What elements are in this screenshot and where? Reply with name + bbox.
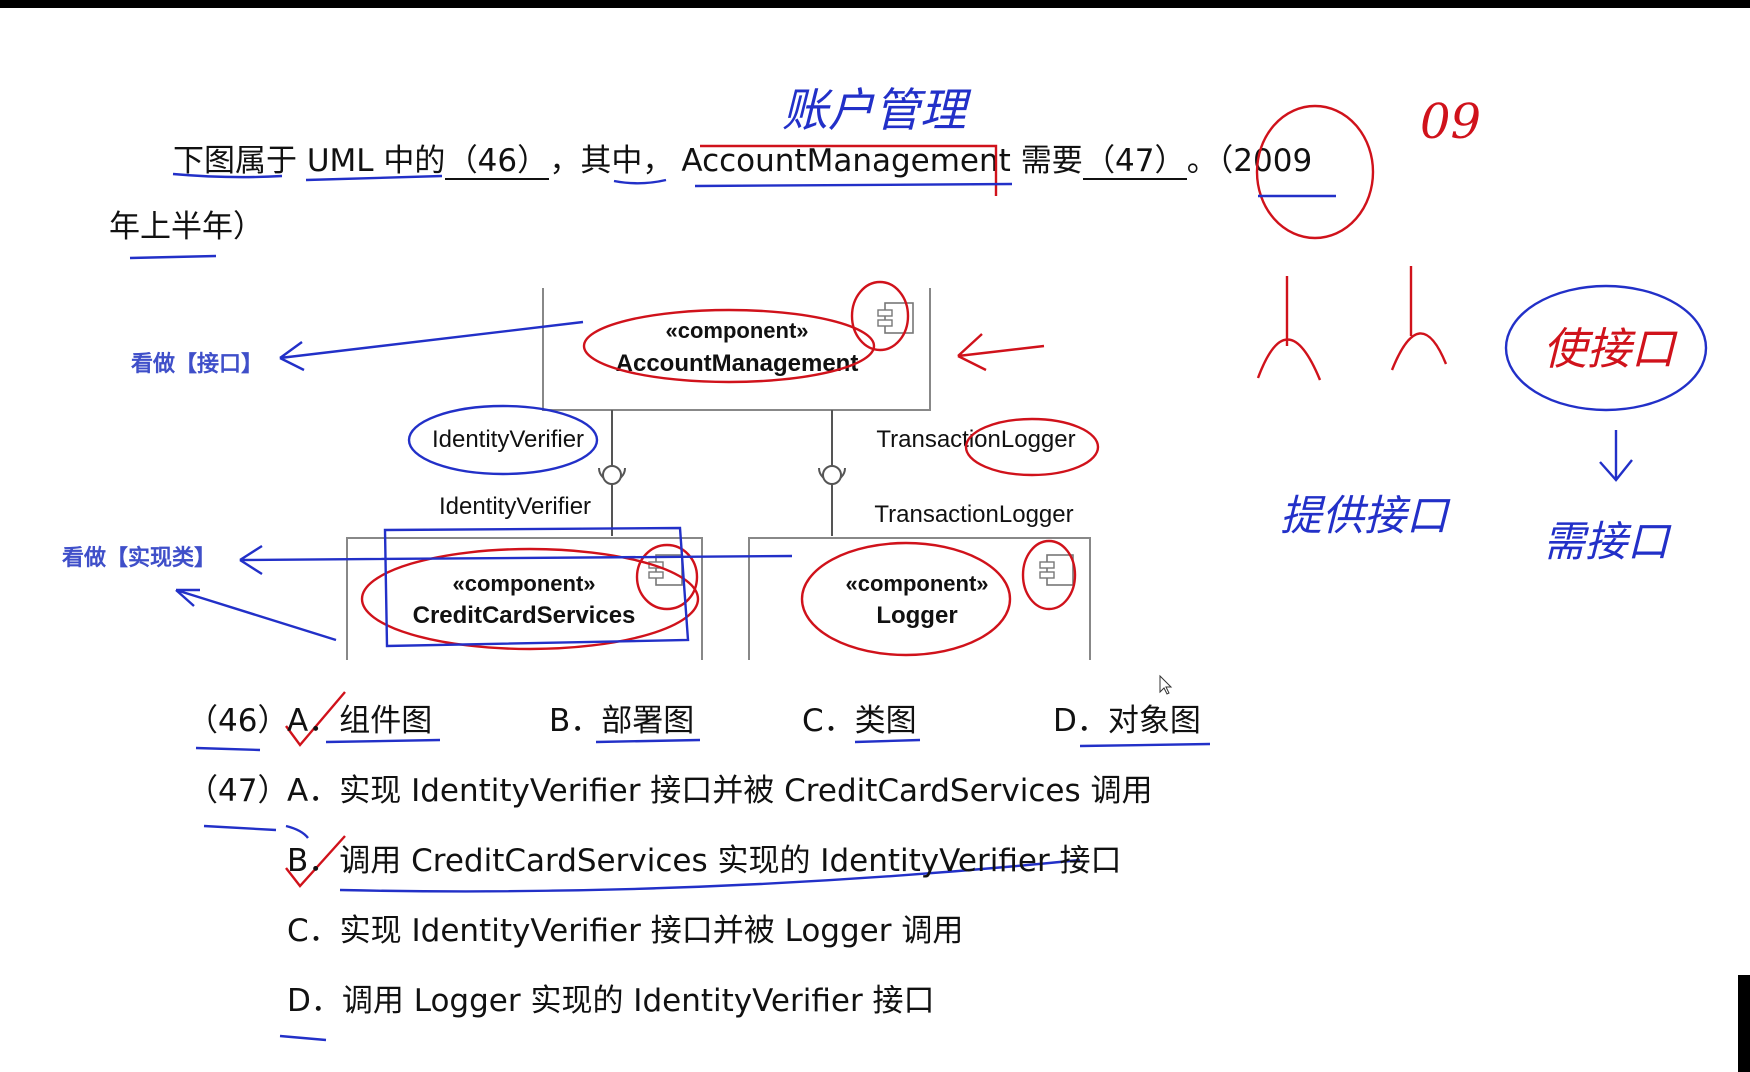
red-circle-year bbox=[1255, 104, 1375, 240]
hand-need-interface: 需接口 bbox=[1543, 517, 1672, 566]
red-circle-logger bbox=[800, 541, 1012, 657]
top-stereotype: «component» bbox=[665, 318, 808, 343]
option-text: 调用 Logger 实现的 IdentityVerifier 接口 bbox=[341, 983, 935, 1019]
component-logger: «component» Logger bbox=[748, 537, 1091, 660]
q46-option-a[interactable]: A．组件图 bbox=[287, 702, 432, 740]
red-socket-sketch-2 bbox=[1390, 266, 1448, 371]
required-interface-label-left: IdentityVerifier bbox=[432, 426, 584, 453]
right-stereotype: «component» bbox=[845, 571, 988, 596]
q47-number: （47） bbox=[187, 773, 289, 809]
component-icon bbox=[1039, 554, 1074, 586]
option-text: 调用 CreditCardServices 实现的 IdentityVerifi… bbox=[339, 843, 1122, 879]
option-key: C． bbox=[287, 913, 340, 949]
q46-option-b[interactable]: B．部署图 bbox=[549, 702, 694, 740]
option-text: 实现 IdentityVerifier 接口并被 CreditCardServi… bbox=[339, 773, 1153, 809]
required-interface-label-right: TransactionLogger bbox=[876, 426, 1075, 453]
option-key: C． bbox=[802, 703, 855, 739]
hand-year-short: 09 bbox=[1420, 94, 1481, 150]
q46-row: （46） A．组件图 B．部署图 C．类图 D．对象图 bbox=[187, 702, 1287, 742]
hand-provide-interface: 提供接口 bbox=[1280, 491, 1451, 540]
q47-option-d[interactable]: D．调用 Logger 实现的 IdentityVerifier 接口 bbox=[287, 982, 935, 1020]
provided-interface-label-right: TransactionLogger bbox=[874, 501, 1073, 528]
mouse-cursor-icon bbox=[1159, 674, 1173, 695]
option-key: B． bbox=[549, 703, 602, 739]
option-key: D． bbox=[1053, 703, 1108, 739]
red-box-class-name bbox=[700, 144, 998, 196]
red-socket-sketch-1 bbox=[1256, 276, 1322, 381]
blue-arrow-impl-2 bbox=[175, 588, 337, 642]
option-key: B． bbox=[287, 843, 340, 879]
provided-interface-label-left: IdentityVerifier bbox=[439, 493, 591, 520]
option-key: A． bbox=[287, 703, 340, 739]
q46-option-d[interactable]: D．对象图 bbox=[1053, 702, 1201, 740]
option-key: D． bbox=[287, 983, 342, 1019]
blue-down-arrow bbox=[1599, 430, 1633, 482]
option-text: 实现 IdentityVerifier 接口并被 Logger 调用 bbox=[339, 913, 964, 949]
lollipop-transaction-logger bbox=[822, 465, 842, 485]
left-component-name: CreditCardServices bbox=[413, 602, 636, 629]
option-text: 部署图 bbox=[601, 703, 695, 739]
q46-number: （46） bbox=[187, 703, 289, 739]
option-text: 类图 bbox=[854, 703, 917, 739]
hand-account-management: 账户管理 bbox=[782, 83, 972, 137]
red-arrow-left bbox=[957, 333, 1045, 372]
blue-underline-question bbox=[172, 172, 1336, 198]
option-text: 组件图 bbox=[339, 703, 433, 739]
blue-arrow-interface bbox=[279, 320, 584, 372]
q47-option-a[interactable]: A．实现 IdentityVerifier 接口并被 CreditCardSer… bbox=[287, 772, 1152, 810]
hand-use-interface: 使接口 bbox=[1543, 324, 1678, 375]
left-stereotype: «component» bbox=[452, 571, 595, 596]
q46-option-c[interactable]: C．类图 bbox=[802, 702, 917, 740]
right-component-name: Logger bbox=[876, 602, 957, 629]
option-key: A． bbox=[287, 773, 340, 809]
red-circle-credit-card-services bbox=[360, 547, 700, 651]
blue-underline-year bbox=[129, 254, 217, 260]
q47-option-b[interactable]: B．调用 CreditCardServices 实现的 IdentityVeri… bbox=[287, 842, 1122, 880]
lollipop-identity-verifier bbox=[602, 465, 622, 485]
option-text: 对象图 bbox=[1107, 703, 1201, 739]
q47-option-c[interactable]: C．实现 IdentityVerifier 接口并被 Logger 调用 bbox=[287, 912, 963, 950]
